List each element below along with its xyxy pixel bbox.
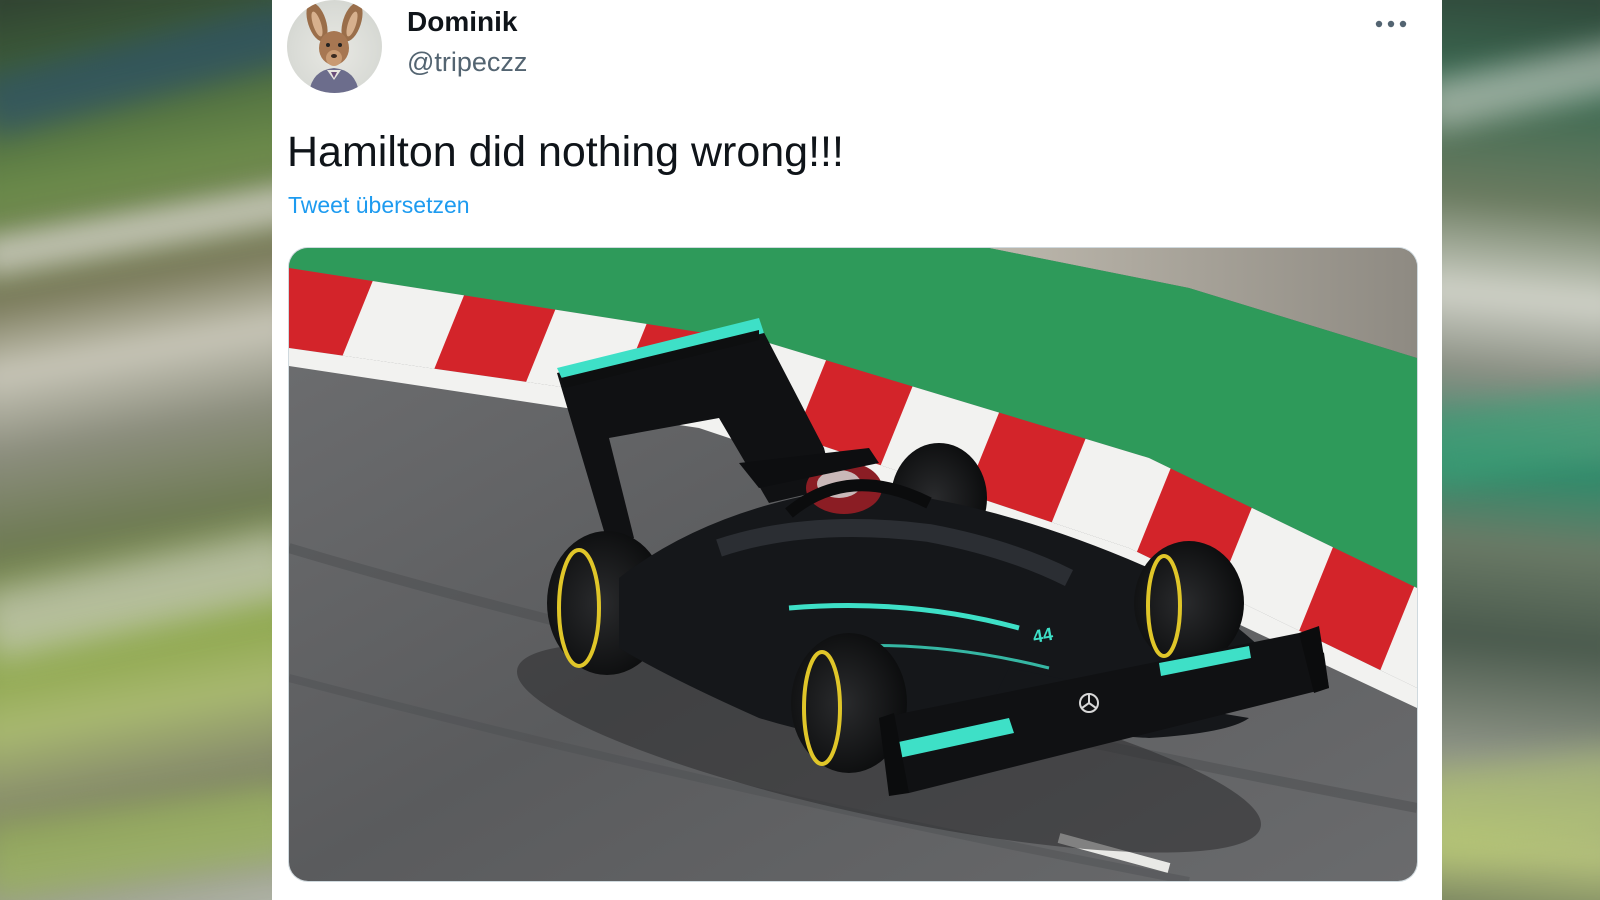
more-horizontal-icon xyxy=(1375,20,1407,28)
author-handle[interactable]: @tripeczz xyxy=(407,47,527,78)
tweet-card: Dominik @tripeczz Hamilton did nothing w… xyxy=(272,0,1442,900)
author-name[interactable]: Dominik xyxy=(407,6,517,38)
translate-tweet-link[interactable]: Tweet übersetzen xyxy=(288,192,470,219)
more-options-button[interactable] xyxy=(1370,6,1412,42)
race-car-photo: 44 xyxy=(289,248,1417,881)
blurred-background-right xyxy=(1442,0,1600,900)
blurred-background-left xyxy=(0,0,272,900)
screenshot-stage: Dominik @tripeczz Hamilton did nothing w… xyxy=(0,0,1600,900)
tweet-text: Hamilton did nothing wrong!!! xyxy=(287,128,844,176)
kangaroo-avatar-icon[interactable] xyxy=(287,0,382,93)
svg-text:44: 44 xyxy=(1031,624,1054,647)
tweet-media-image[interactable]: 44 xyxy=(288,247,1418,882)
